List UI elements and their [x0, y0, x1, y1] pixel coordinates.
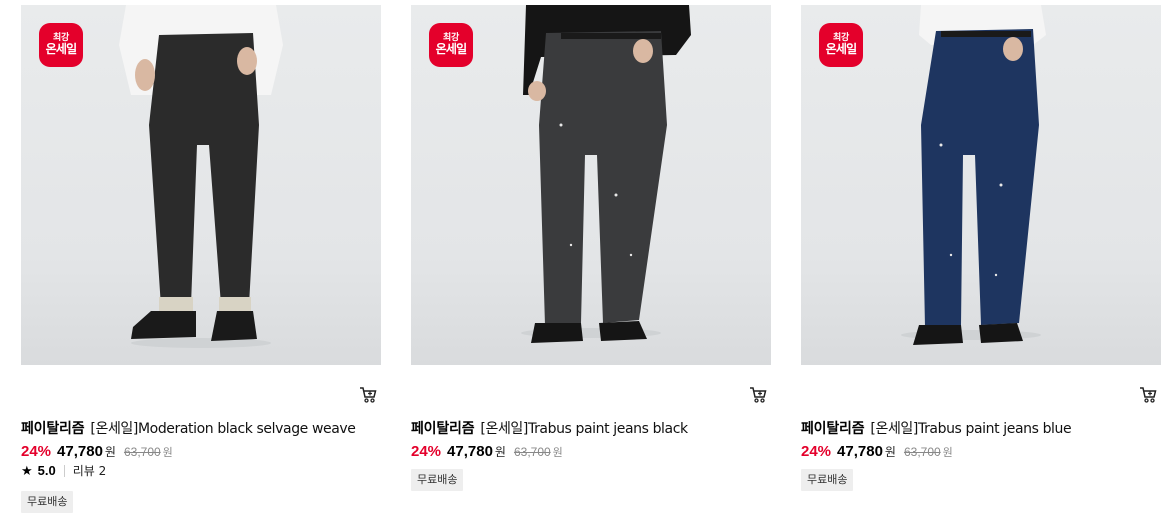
brand-name: 페이탈리즘: [21, 421, 85, 437]
product-name: [온세일]Moderation black selvage weave: [90, 421, 356, 437]
price-row: 24% 47,780 원 63,700 원: [411, 442, 563, 463]
brand-name: 페이탈리즘: [801, 421, 865, 437]
sale-badge: 최강 온세일: [39, 23, 83, 67]
product-name: [온세일]Trabus paint jeans blue: [870, 421, 1072, 437]
star-icon: ★: [21, 463, 33, 478]
rating-value: 5.0: [37, 463, 56, 478]
original-price: 63,700: [513, 445, 551, 459]
original-price: 63,700: [123, 445, 161, 459]
price-row: 24% 47,780 원 63,700 원: [21, 442, 173, 463]
original-currency: 원: [942, 446, 953, 459]
cart-icon[interactable]: [1138, 385, 1158, 405]
sale-price: 47,780: [447, 443, 493, 460]
discount-rate: 24%: [411, 443, 442, 460]
sale-price: 47,780: [837, 443, 883, 460]
product-image[interactable]: 최강 온세일: [21, 5, 381, 365]
product-card[interactable]: 최강 온세일 페이탈리즘 [온세일]Moderation black selvag…: [21, 5, 381, 513]
discount-rate: 24%: [801, 443, 832, 460]
badge-line2: 온세일: [45, 42, 78, 57]
review-count[interactable]: 리뷰 2: [73, 462, 107, 480]
free-shipping-tag: 무료배송: [411, 469, 464, 491]
original-currency: 원: [552, 446, 563, 459]
currency: 원: [494, 445, 506, 459]
divider: [63, 465, 65, 477]
sale-badge: 최강 온세일: [819, 23, 863, 67]
product-title[interactable]: 페이탈리즘 [온세일]Trabus paint jeans black: [411, 419, 771, 439]
discount-rate: 24%: [21, 443, 52, 460]
badge-line2: 온세일: [435, 42, 468, 57]
price-row: 24% 47,780 원 63,700 원: [801, 442, 953, 463]
cart-icon[interactable]: [748, 385, 768, 405]
sale-badge: 최강 온세일: [429, 23, 473, 67]
product-card[interactable]: 최강 온세일 페이탈리즘 [온세일]Trabus paint jeans blac…: [411, 5, 771, 491]
free-shipping-tag: 무료배송: [21, 491, 74, 513]
cart-icon[interactable]: [358, 385, 378, 405]
sale-price: 47,780: [57, 443, 103, 460]
original-price: 63,700: [903, 445, 941, 459]
original-currency: 원: [162, 446, 173, 459]
currency: 원: [104, 445, 116, 459]
badge-line2: 온세일: [825, 42, 858, 57]
product-image[interactable]: 최강 온세일: [411, 5, 771, 365]
rating-row: ★ 5.0 리뷰 2: [21, 462, 106, 480]
product-name: [온세일]Trabus paint jeans black: [480, 421, 688, 437]
currency: 원: [884, 445, 896, 459]
free-shipping-tag: 무료배송: [801, 469, 854, 491]
product-card[interactable]: 최강 온세일 페이탈리즘 [온세일]Trabus paint jeans blue…: [801, 5, 1161, 491]
product-title[interactable]: 페이탈리즘 [온세일]Trabus paint jeans blue: [801, 419, 1161, 439]
product-image[interactable]: 최강 온세일: [801, 5, 1161, 365]
product-title[interactable]: 페이탈리즘 [온세일]Moderation black selvage weave: [21, 419, 381, 439]
brand-name: 페이탈리즘: [411, 421, 475, 437]
